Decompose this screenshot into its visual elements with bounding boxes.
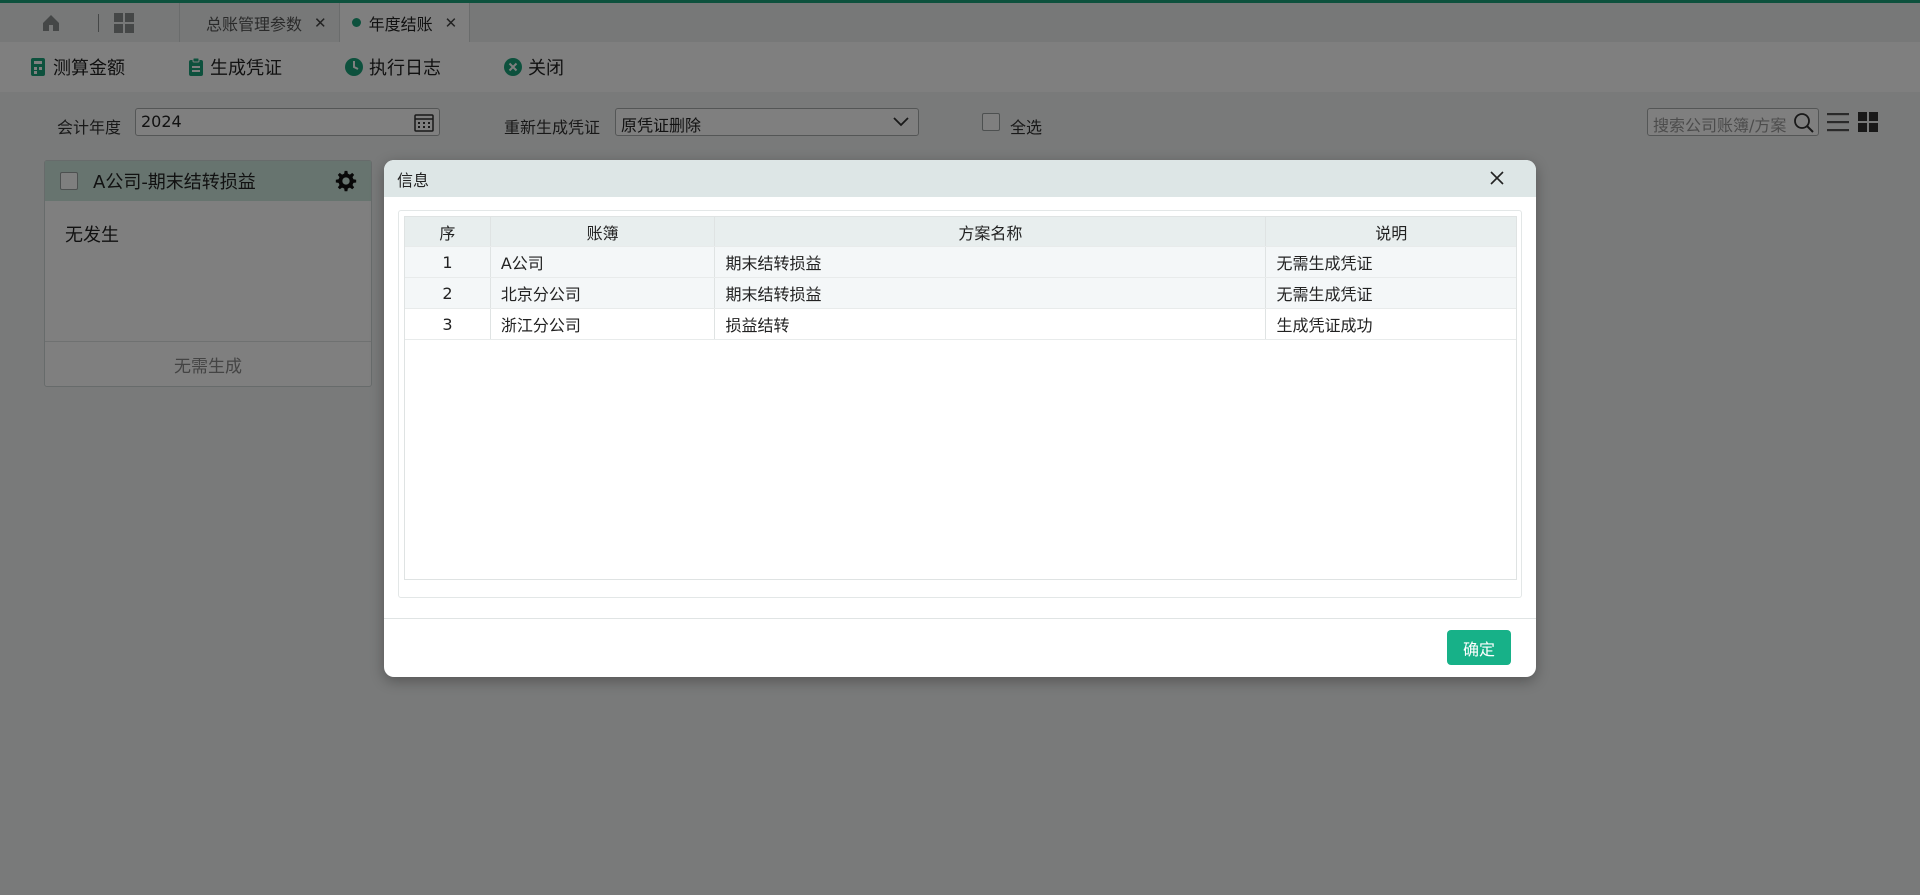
result-table: 序 账簿 方案名称 说明 1 A公司 期末结转损益 无需生成凭证 2 北京分公司… xyxy=(404,216,1517,580)
table-row[interactable]: 2 北京分公司 期末结转损益 无需生成凭证 xyxy=(405,278,1516,309)
close-icon[interactable] xyxy=(1488,169,1506,187)
table-cell: 1 xyxy=(405,247,491,277)
confirm-button[interactable]: 确定 xyxy=(1447,630,1511,665)
column-header[interactable]: 说明 xyxy=(1266,217,1516,246)
column-header[interactable]: 方案名称 xyxy=(715,217,1267,246)
table-cell: 无需生成凭证 xyxy=(1276,285,1373,304)
column-header[interactable]: 序 xyxy=(405,217,491,246)
info-dialog: 信息 序 账簿 方案名称 说明 1 A公司 期末结转损益 无需生成凭证 2 北京… xyxy=(384,160,1536,677)
table-cell: 3 xyxy=(405,309,491,339)
table-cell: A公司 xyxy=(491,247,716,277)
table-cell: 期末结转损益 xyxy=(715,247,1267,277)
dialog-footer-divider xyxy=(384,618,1536,619)
table-cell: 2 xyxy=(405,278,491,308)
dialog-header: 信息 xyxy=(384,160,1536,197)
table-cell: 无需生成凭证 xyxy=(1276,254,1373,273)
table-cell: 期末结转损益 xyxy=(715,278,1267,308)
dialog-content: 序 账簿 方案名称 说明 1 A公司 期末结转损益 无需生成凭证 2 北京分公司… xyxy=(398,210,1522,598)
table-row[interactable]: 3 浙江分公司 损益结转 生成凭证成功 xyxy=(405,309,1516,340)
table-header-row: 序 账簿 方案名称 说明 xyxy=(405,217,1516,247)
table-cell: 北京分公司 xyxy=(491,278,716,308)
table-row[interactable]: 1 A公司 期末结转损益 无需生成凭证 xyxy=(405,247,1516,278)
dialog-title: 信息 xyxy=(397,170,430,190)
table-cell: 浙江分公司 xyxy=(491,309,716,339)
table-cell: 损益结转 xyxy=(715,309,1267,339)
column-header[interactable]: 账簿 xyxy=(491,217,716,246)
table-cell: 生成凭证成功 xyxy=(1276,316,1373,335)
